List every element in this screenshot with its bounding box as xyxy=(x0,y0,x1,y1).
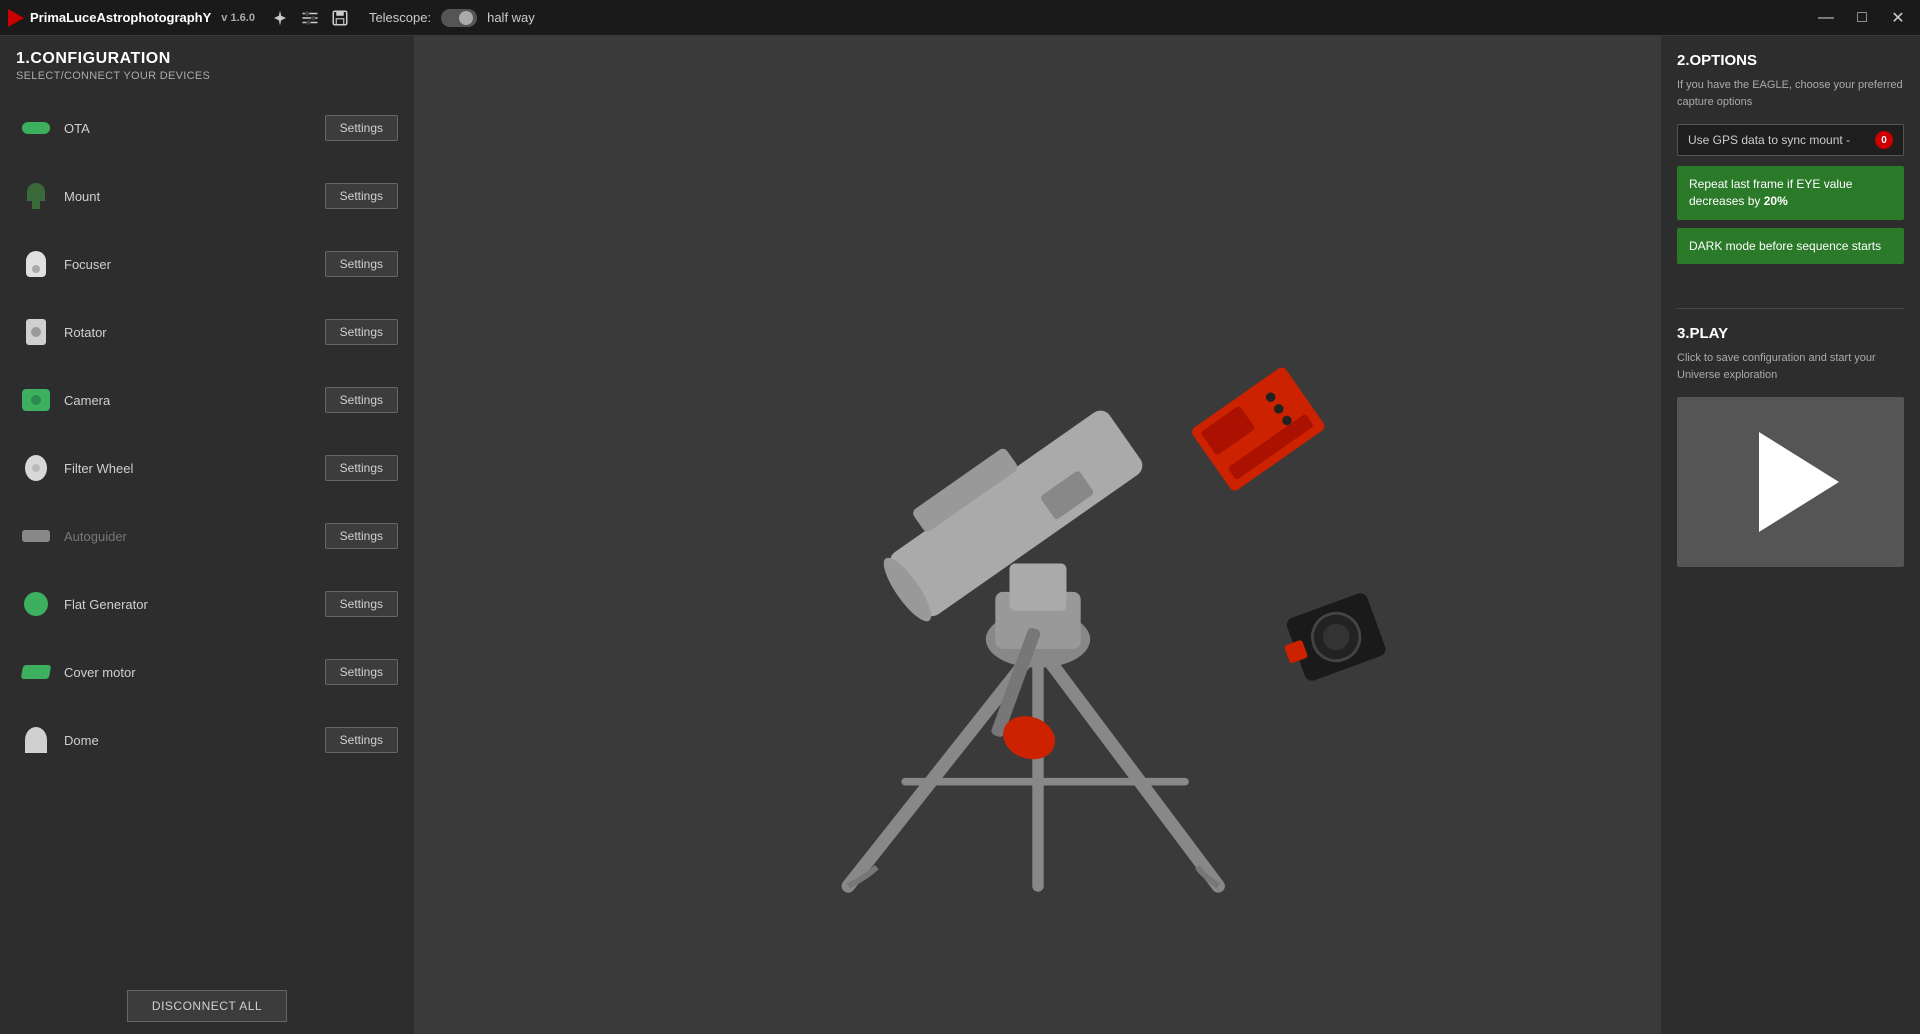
telescope-label: Telescope: xyxy=(369,10,431,25)
minimize-button[interactable]: — xyxy=(1812,4,1840,32)
disconnect-all-button[interactable]: DISCONNECT ALL xyxy=(127,990,287,1022)
list-item: Focuser Settings xyxy=(0,230,414,298)
configuration-title: 1.CONFIGURATION xyxy=(16,50,398,68)
repeat-frame-button[interactable]: Repeat last frame if EYE value decreases… xyxy=(1677,166,1904,220)
dark-mode-button[interactable]: DARK mode before sequence starts xyxy=(1677,228,1904,265)
configuration-subtitle: SELECT/CONNECT YOUR DEVICES xyxy=(16,70,398,82)
main-layout: 1.CONFIGURATION SELECT/CONNECT YOUR DEVI… xyxy=(0,36,1920,1034)
list-item: Cover motor Settings xyxy=(0,638,414,706)
options-title: 2.OPTIONS xyxy=(1677,52,1904,69)
device-name-focuser: Focuser xyxy=(56,257,325,272)
app-name: PrimaLuceAstrophotographY xyxy=(30,10,211,25)
list-item: Camera Settings xyxy=(0,366,414,434)
flatgenerator-icon xyxy=(16,592,56,616)
list-item: Flat Generator Settings xyxy=(0,570,414,638)
device-name-dome: Dome xyxy=(56,733,325,748)
focuser-settings-button[interactable]: Settings xyxy=(325,251,398,277)
filterwheel-icon xyxy=(16,455,56,481)
device-name-rotator: Rotator xyxy=(56,325,325,340)
camera-settings-button[interactable]: Settings xyxy=(325,387,398,413)
device-name-camera: Camera xyxy=(56,393,325,408)
dome-icon xyxy=(16,727,56,753)
ota-icon xyxy=(16,122,56,134)
focuser-icon xyxy=(16,251,56,277)
dome-settings-button[interactable]: Settings xyxy=(325,727,398,753)
device-list: OTA Settings Mount Settings Focuser Sett… xyxy=(0,90,414,978)
ota-settings-button[interactable]: Settings xyxy=(325,115,398,141)
play-brand-icon xyxy=(8,9,24,27)
app-version: v 1.6.0 xyxy=(221,12,255,24)
save-icon[interactable] xyxy=(331,9,349,27)
autoguider-icon xyxy=(16,530,56,542)
play-section-title: 3.PLAY xyxy=(1677,325,1904,342)
section-divider xyxy=(1677,308,1904,309)
options-description: If you have the EAGLE, choose your prefe… xyxy=(1677,77,1904,110)
covermotor-icon xyxy=(16,665,56,679)
telescope-section: Telescope: half way xyxy=(369,9,535,27)
play-start-button[interactable] xyxy=(1677,397,1904,567)
rotator-icon xyxy=(16,319,56,345)
play-chevron-icon xyxy=(1759,432,1839,532)
window-controls: — □ ✕ xyxy=(1812,4,1912,32)
autoguider-settings-button[interactable]: Settings xyxy=(325,523,398,549)
title-toolbar-icons xyxy=(271,9,349,27)
filterwheel-settings-button[interactable]: Settings xyxy=(325,455,398,481)
app-brand: PrimaLuceAstrophotographY v 1.6.0 xyxy=(8,9,255,27)
device-name-filterwheel: Filter Wheel xyxy=(56,461,325,476)
list-item: Mount Settings xyxy=(0,162,414,230)
telescope-illustration xyxy=(658,165,1418,905)
close-button[interactable]: ✕ xyxy=(1884,4,1912,32)
left-panel: 1.CONFIGURATION SELECT/CONNECT YOUR DEVI… xyxy=(0,36,415,1034)
mount-settings-button[interactable]: Settings xyxy=(325,183,398,209)
gps-dropdown-label: Use GPS data to sync mount - xyxy=(1688,133,1850,147)
list-item: Rotator Settings xyxy=(0,298,414,366)
options-section: 2.OPTIONS If you have the EAGLE, choose … xyxy=(1677,52,1904,272)
right-panel: 2.OPTIONS If you have the EAGLE, choose … xyxy=(1660,36,1920,1034)
maximize-button[interactable]: □ xyxy=(1848,4,1876,32)
play-section: 3.PLAY Click to save configuration and s… xyxy=(1677,325,1904,567)
covermotor-settings-button[interactable]: Settings xyxy=(325,659,398,685)
camera-icon xyxy=(16,389,56,411)
list-item: OTA Settings xyxy=(0,94,414,162)
center-panel xyxy=(415,36,1660,1034)
rotator-settings-button[interactable]: Settings xyxy=(325,319,398,345)
left-panel-header: 1.CONFIGURATION SELECT/CONNECT YOUR DEVI… xyxy=(0,36,414,90)
device-name-mount: Mount xyxy=(56,189,325,204)
star-icon[interactable] xyxy=(271,9,289,27)
gps-badge: 0 xyxy=(1875,131,1893,149)
flatgenerator-settings-button[interactable]: Settings xyxy=(325,591,398,617)
list-item: Autoguider Settings xyxy=(0,502,414,570)
device-name-ota: OTA xyxy=(56,121,325,136)
device-name-flatgenerator: Flat Generator xyxy=(56,597,325,612)
telescope-toggle[interactable] xyxy=(441,9,477,27)
list-item: Dome Settings xyxy=(0,706,414,774)
list-item: Filter Wheel Settings xyxy=(0,434,414,502)
sliders-icon[interactable] xyxy=(301,9,319,27)
play-section-description: Click to save configuration and start yo… xyxy=(1677,350,1904,383)
repeat-frame-value: 20% xyxy=(1764,194,1788,208)
title-bar: PrimaLuceAstrophotographY v 1.6.0 Telesc… xyxy=(0,0,1920,36)
gps-dropdown[interactable]: Use GPS data to sync mount - 0 xyxy=(1677,124,1904,156)
mount-icon xyxy=(16,183,56,209)
telescope-status: half way xyxy=(487,10,535,25)
device-name-covermotor: Cover motor xyxy=(56,665,325,680)
device-name-autoguider: Autoguider xyxy=(56,529,325,544)
